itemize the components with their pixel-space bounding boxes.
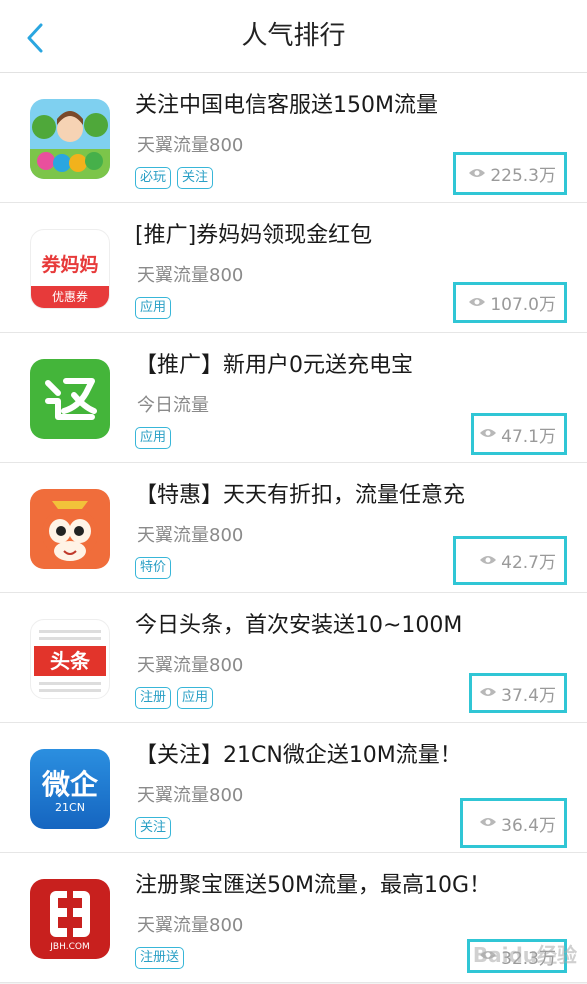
list-item[interactable]: 头条 今日头条，首次安装送10~100M 天翼流量800 注册 应用 37.4万 bbox=[0, 593, 587, 723]
view-count: 225.3万 bbox=[453, 152, 567, 195]
tag-list: 注册 应用 bbox=[135, 687, 214, 709]
item-title: 注册聚宝匯送50M流量，最高10G！ bbox=[135, 873, 492, 898]
view-count: 42.7万 bbox=[453, 536, 567, 585]
item-source: 今日流量 bbox=[137, 395, 209, 416]
item-source: 天翼流量800 bbox=[137, 785, 244, 806]
app-icon-monkey bbox=[30, 489, 110, 569]
eye-icon bbox=[479, 946, 497, 966]
item-title: 【关注】21CN微企送10M流量！ bbox=[135, 743, 462, 768]
app-icon-21cn: 微企 21CN bbox=[30, 749, 110, 829]
item-source: 天翼流量800 bbox=[137, 525, 244, 546]
eye-icon bbox=[479, 551, 497, 571]
app-icon-jbh: JBH.COM bbox=[30, 879, 110, 959]
tag-list: 应用 bbox=[135, 297, 172, 319]
view-count-value: 225.3万 bbox=[490, 166, 556, 186]
list-item[interactable]: 券妈妈 优惠券 [推广]券妈妈领现金红包 天翼流量800 应用 107.0万 bbox=[0, 203, 587, 333]
tag: 关注 bbox=[177, 167, 214, 189]
item-title: 【推广】新用户0元送充电宝 bbox=[135, 353, 413, 378]
tag: 注册送 bbox=[135, 947, 185, 969]
eye-icon bbox=[479, 683, 497, 703]
eye-icon bbox=[479, 424, 497, 444]
eye-icon bbox=[479, 813, 497, 833]
view-count-value: 42.7万 bbox=[501, 553, 556, 573]
view-count-value: 37.4万 bbox=[501, 685, 556, 706]
app-icon-quanmama: 券妈妈 优惠券 bbox=[30, 229, 110, 309]
tag-list: 关注 bbox=[135, 817, 172, 839]
icon-subtext: 21CN bbox=[55, 801, 85, 814]
item-title: 今日头条，首次安装送10~100M bbox=[135, 613, 463, 638]
view-count-value: 107.0万 bbox=[490, 295, 556, 315]
list-item[interactable]: 【推广】新用户0元送充电宝 今日流量 应用 47.1万 bbox=[0, 333, 587, 463]
item-source: 天翼流量800 bbox=[137, 915, 244, 936]
app-icon-toutiao: 头条 bbox=[30, 619, 110, 699]
view-count: 32.3万 bbox=[467, 939, 567, 973]
item-title: 【特惠】天天有折扣，流量任意充 bbox=[135, 483, 466, 508]
tag: 必玩 bbox=[135, 167, 172, 189]
tag-list: 特价 bbox=[135, 557, 172, 579]
tag: 关注 bbox=[135, 817, 172, 839]
icon-text-top: 券妈妈 bbox=[41, 254, 99, 276]
item-title: 关注中国电信客服送150M流量 bbox=[135, 93, 438, 118]
list-item[interactable]: JBH.COM 注册聚宝匯送50M流量，最高10G！ 天翼流量800 注册送 3… bbox=[0, 853, 587, 983]
view-count-value: 36.4万 bbox=[501, 815, 556, 836]
eye-icon bbox=[468, 164, 486, 184]
tag: 特价 bbox=[135, 557, 172, 579]
tag-list: 注册送 bbox=[135, 947, 185, 969]
item-source: 天翼流量800 bbox=[137, 265, 244, 286]
page-title: 人气排行 bbox=[241, 21, 346, 51]
tag: 应用 bbox=[135, 297, 172, 319]
tag: 应用 bbox=[135, 427, 172, 449]
view-count: 36.4万 bbox=[460, 798, 567, 848]
tag: 应用 bbox=[177, 687, 214, 709]
icon-text-bottom: 优惠券 bbox=[31, 286, 109, 308]
list-item[interactable]: 关注中国电信客服送150M流量 天翼流量800 必玩 关注 225.3万 bbox=[0, 73, 587, 203]
eye-icon bbox=[468, 293, 486, 313]
icon-subtext: JBH.COM bbox=[50, 942, 90, 952]
view-count-value: 32.3万 bbox=[501, 948, 556, 969]
icon-text: 头条 bbox=[34, 646, 106, 676]
item-source: 天翼流量800 bbox=[137, 135, 244, 156]
view-count-value: 47.1万 bbox=[501, 426, 556, 447]
tag: 注册 bbox=[135, 687, 172, 709]
app-icon-telecom bbox=[30, 99, 110, 179]
app-icon-fan bbox=[30, 359, 110, 439]
list-item[interactable]: 微企 21CN 【关注】21CN微企送10M流量！ 天翼流量800 关注 36.… bbox=[0, 723, 587, 853]
item-title: [推广]券妈妈领现金红包 bbox=[135, 223, 373, 248]
tag-list: 应用 bbox=[135, 427, 172, 449]
view-count: 107.0万 bbox=[453, 282, 567, 323]
tag-list: 必玩 关注 bbox=[135, 167, 214, 189]
view-count: 47.1万 bbox=[471, 413, 567, 455]
ranking-list: 关注中国电信客服送150M流量 天翼流量800 必玩 关注 225.3万 券妈妈… bbox=[0, 73, 587, 983]
icon-text: 微企 bbox=[41, 768, 98, 801]
item-source: 天翼流量800 bbox=[137, 655, 244, 676]
list-item[interactable]: 【特惠】天天有折扣，流量任意充 天翼流量800 特价 42.7万 bbox=[0, 463, 587, 593]
view-count: 37.4万 bbox=[469, 673, 567, 713]
top-bar: 人气排行 bbox=[0, 0, 587, 73]
